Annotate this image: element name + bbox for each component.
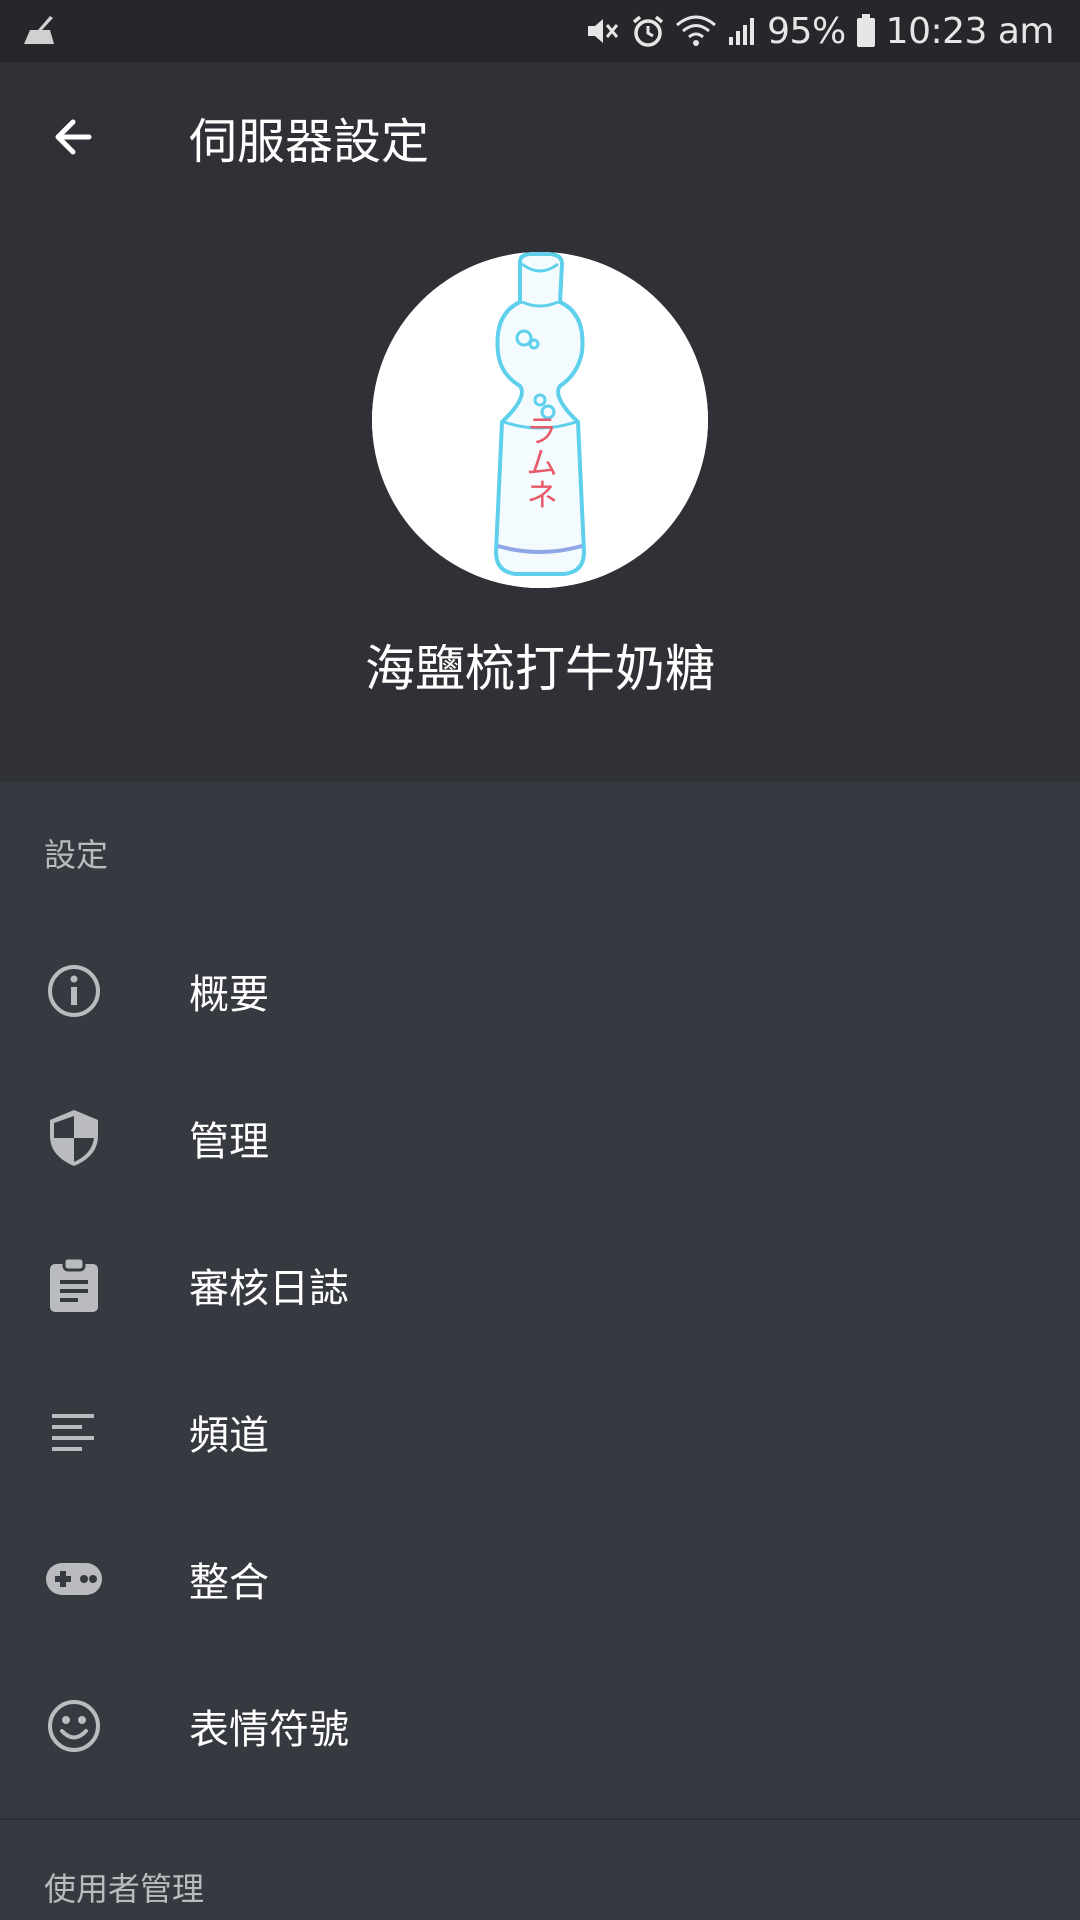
back-button[interactable] xyxy=(40,104,106,170)
menu-item-emoji[interactable]: 表情符號 xyxy=(0,1652,1080,1799)
menu-item-moderation[interactable]: 管理 xyxy=(0,1064,1080,1211)
smiley-icon xyxy=(44,1696,104,1756)
menu-label: 表情符號 xyxy=(189,1706,349,1753)
clock: 10:23 am xyxy=(885,10,1055,52)
menu-item-integrations[interactable]: 整合 xyxy=(0,1505,1080,1652)
server-name: 海鹽梳打牛奶糖 xyxy=(365,640,715,698)
arrow-back-icon xyxy=(55,119,92,155)
app-bar: 伺服器設定 xyxy=(0,62,1080,210)
menu-label: 管理 xyxy=(189,1118,269,1165)
text-lines-icon xyxy=(44,1402,104,1462)
menu-item-channels[interactable]: 頻道 xyxy=(0,1358,1080,1505)
section-label-user-management: 使用者管理 xyxy=(44,1870,205,1908)
battery-percent: 95% xyxy=(767,10,846,52)
info-icon xyxy=(44,961,104,1021)
section-label-settings: 設定 xyxy=(44,836,109,874)
menu-label: 概要 xyxy=(189,971,269,1018)
shield-icon xyxy=(44,1108,104,1168)
menu-item-overview[interactable]: 概要 xyxy=(0,917,1080,1064)
status-bar: 95% 10:23 am xyxy=(0,0,1080,62)
server-header: 伺服器設定 ラムネ 海鹽梳打牛奶糖 xyxy=(0,62,1080,782)
page-title: 伺服器設定 xyxy=(189,114,430,170)
menu-label: 整合 xyxy=(189,1559,269,1606)
avatar-label: ラムネ xyxy=(521,414,559,510)
section-divider xyxy=(0,1818,1080,1820)
menu-label: 審核日誌 xyxy=(189,1265,349,1312)
alarm-icon xyxy=(631,14,665,48)
menu-label: 頻道 xyxy=(189,1412,269,1459)
clipboard-icon xyxy=(44,1255,104,1315)
server-avatar[interactable]: ラムネ xyxy=(372,252,708,588)
gamepad-icon xyxy=(44,1549,104,1609)
battery-icon xyxy=(856,14,876,48)
mute-icon xyxy=(585,15,621,47)
cleaner-icon xyxy=(20,14,58,48)
signal-icon xyxy=(727,15,757,47)
wifi-icon xyxy=(675,15,717,47)
menu-item-audit-log[interactable]: 審核日誌 xyxy=(0,1211,1080,1358)
